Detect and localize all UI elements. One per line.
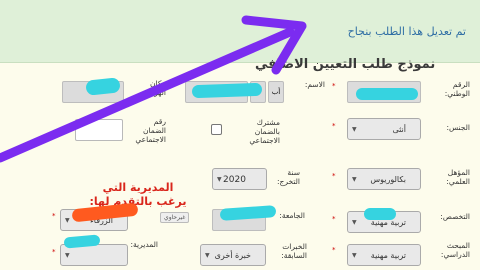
page: تم تعديل هذا الطلب بنجاح نموذج طلب التعي…	[0, 0, 480, 270]
annotation-arrow-icon	[0, 15, 307, 163]
